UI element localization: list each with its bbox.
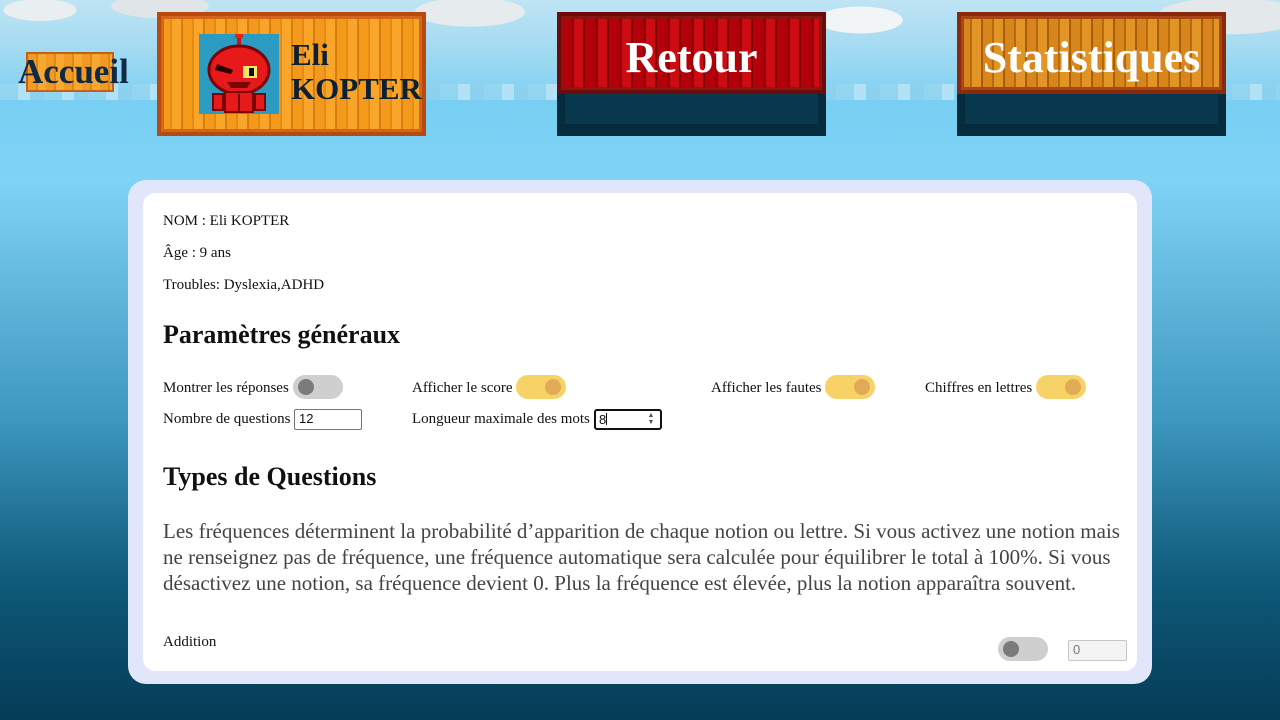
question-types-title: Types de Questions <box>163 462 377 491</box>
question-type-toggle[interactable] <box>998 637 1048 661</box>
statistics-button-label[interactable]: Statistiques <box>957 30 1226 86</box>
toggle-knob <box>1003 641 1019 657</box>
settings-panel: NOM : Eli KOPTER Âge : 9 ans Troubles: D… <box>143 193 1137 671</box>
profile-last-name: KOPTER <box>291 71 422 106</box>
statistics-button-base <box>957 94 1226 136</box>
toggle-knob <box>1065 379 1081 395</box>
toggle-knob <box>298 379 314 395</box>
show-answers-label: Montrer les réponses <box>163 380 289 396</box>
profile-first-name: Eli <box>291 37 329 72</box>
back-button-base <box>557 94 826 136</box>
numbers-in-letters-toggle[interactable] <box>1036 375 1086 399</box>
text-cursor <box>606 413 608 425</box>
profile-card: Eli KOPTER <box>157 12 426 136</box>
student-name: NOM : Eli KOPTER <box>163 213 290 229</box>
show-errors-toggle[interactable] <box>825 375 875 399</box>
question-type-label: Addition <box>163 634 217 650</box>
settings-panel-frame: NOM : Eli KOPTER Âge : 9 ans Troubles: D… <box>128 180 1152 684</box>
toggle-knob <box>545 379 561 395</box>
student-troubles: Troubles: Dyslexia,ADHD <box>163 277 325 293</box>
avatar-image <box>199 34 279 114</box>
show-answers-toggle[interactable] <box>293 375 343 399</box>
home-label[interactable]: Accueil <box>18 52 129 92</box>
show-score-toggle[interactable] <box>516 375 566 399</box>
max-word-length-input[interactable]: 8 ▲ ▼ <box>594 409 662 430</box>
toggle-knob <box>854 379 870 395</box>
back-button[interactable]: Retour <box>557 12 826 136</box>
numbers-in-letters-label: Chiffres en lettres <box>925 380 1033 396</box>
frequency-description: Les fréquences déterminent la probabilit… <box>163 519 1120 595</box>
show-score-label: Afficher le score <box>412 380 513 396</box>
show-errors-label: Afficher les fautes <box>711 380 822 396</box>
statistics-button[interactable]: Statistiques <box>957 12 1226 136</box>
red-robot-avatar-icon <box>199 34 279 114</box>
spin-up-icon[interactable]: ▲ <box>648 412 655 419</box>
student-age: Âge : 9 ans <box>163 245 231 261</box>
question-count-input[interactable]: 12 <box>294 409 362 430</box>
max-word-length-label: Longueur maximale des mots <box>412 411 590 427</box>
max-word-length-value: 8 <box>599 412 607 427</box>
general-settings-title: Paramètres généraux <box>163 320 401 349</box>
back-button-label[interactable]: Retour <box>557 30 826 86</box>
profile-name: Eli KOPTER <box>291 38 422 106</box>
number-spinner[interactable]: ▲ ▼ <box>646 412 656 427</box>
question-type-frequency-input[interactable]: 0 <box>1068 640 1127 661</box>
spin-down-icon[interactable]: ▼ <box>648 419 655 426</box>
question-count-label: Nombre de questions <box>163 411 291 427</box>
